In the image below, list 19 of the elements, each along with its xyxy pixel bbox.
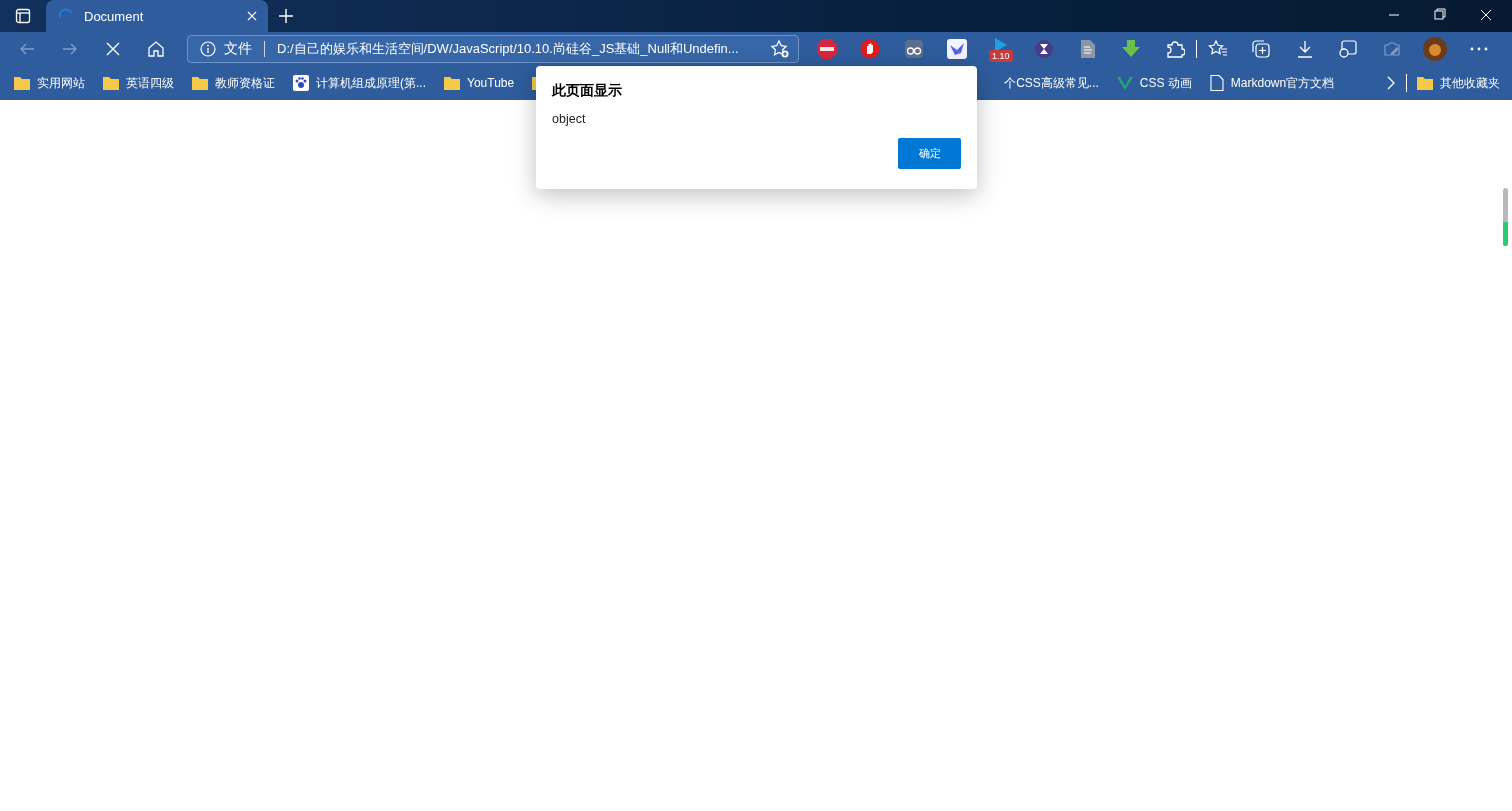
tab-title: Document <box>84 8 145 24</box>
url-text: D:/自己的娱乐和生活空间/DW/JavaScript/10.10.尚硅谷_JS基础_Null和Undefin... <box>277 40 740 58</box>
ok-button[interactable]: 确定 <box>898 138 961 169</box>
bookmark-item[interactable]: 实用网站 <box>14 74 85 92</box>
bookmark-item[interactable]: 教师资格证 <box>192 74 275 92</box>
bookmark-item[interactable]: YouTube <box>444 76 515 90</box>
bookmark-item[interactable]: Markdown官方文档 <box>1209 74 1335 92</box>
browser-tab[interactable]: Document <box>46 0 268 32</box>
dialog-message: object <box>552 112 587 126</box>
extension-badge: 1.10 <box>989 49 1013 62</box>
play-extension-button[interactable]: 1.10 <box>989 36 1013 62</box>
bookmark-item[interactable]: 个CSS高级常见... <box>1004 74 1099 92</box>
bookmark-item[interactable]: CSS 动画 <box>1116 74 1192 92</box>
bookmark-item[interactable]: 英语四级 <box>103 74 174 92</box>
address-bar[interactable]: 文件 D:/自己的娱乐和生活空间/DW/JavaScript/10.10.尚硅谷_JS基础_Null和Undefin... <box>187 35 799 63</box>
other-favorites-item[interactable]: 其他收藏夹 <box>1417 74 1500 92</box>
dialog-title: 此页面显示 <box>552 82 623 100</box>
site-info-label: 文件 <box>224 40 252 58</box>
bookmark-item[interactable]: 计算机组成原理(第... <box>293 74 426 92</box>
